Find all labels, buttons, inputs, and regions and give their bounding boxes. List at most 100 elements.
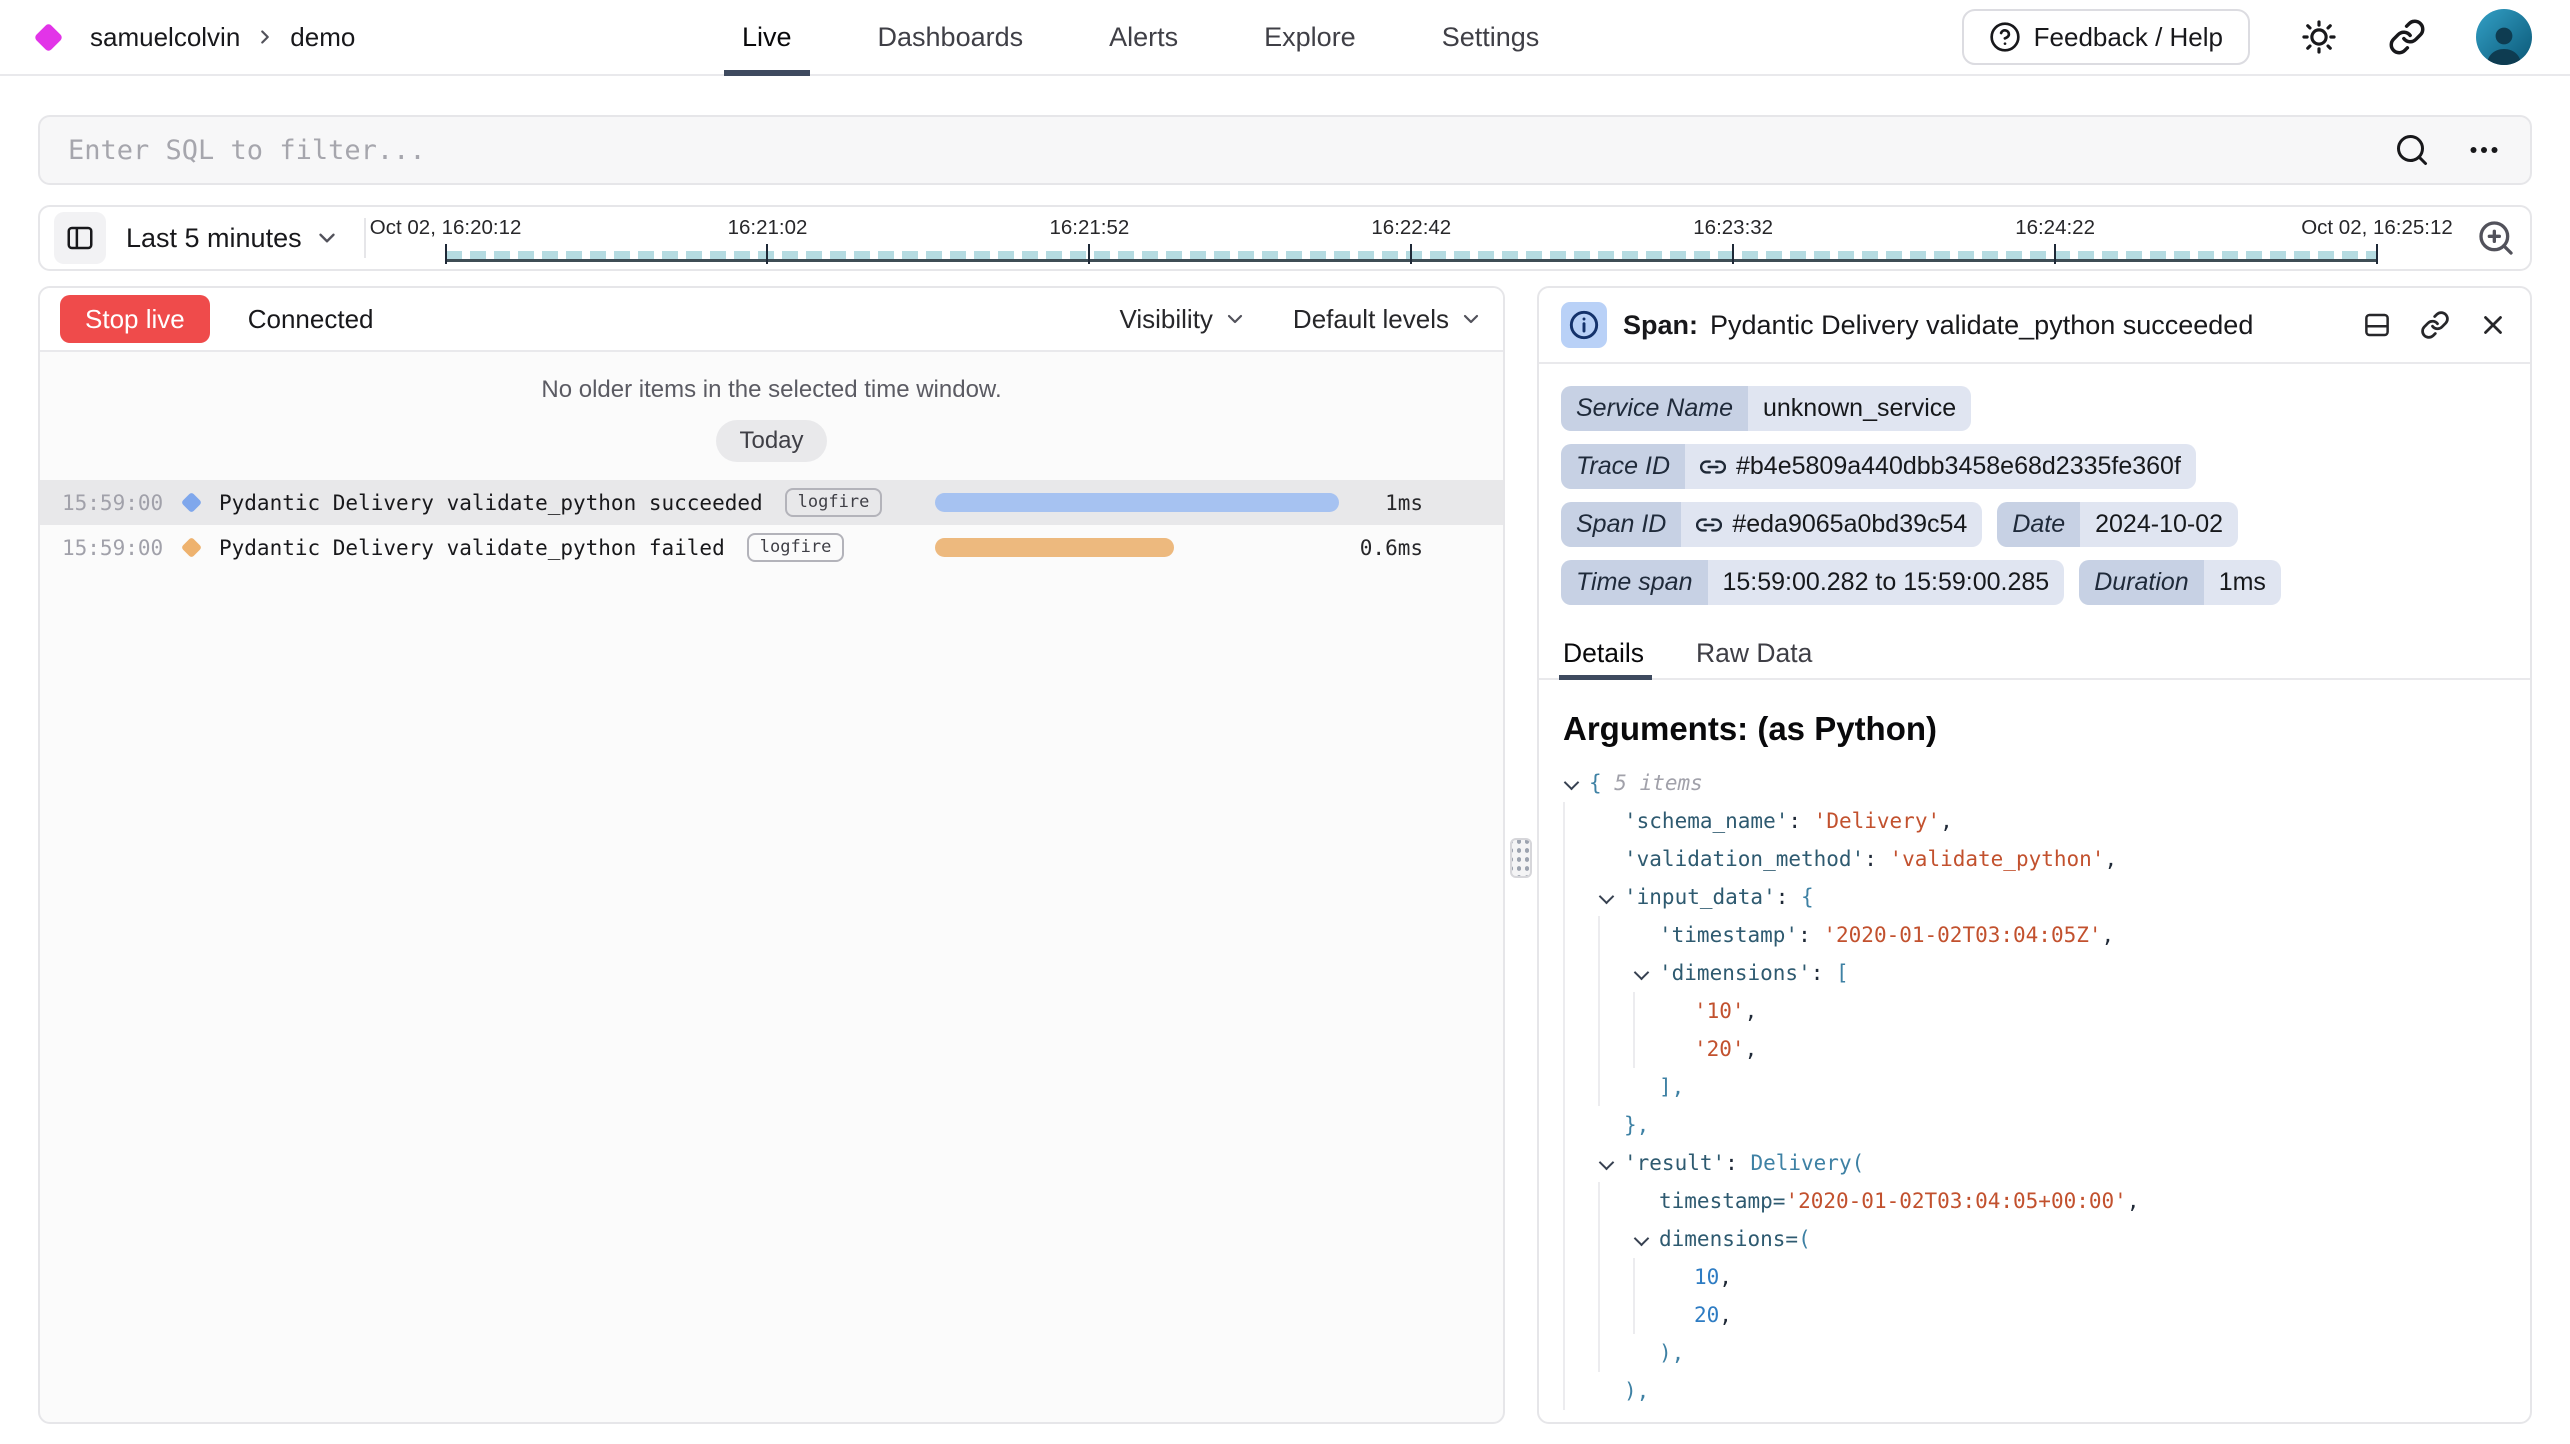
close-icon[interactable] bbox=[2478, 310, 2508, 340]
search-button[interactable] bbox=[2394, 132, 2430, 168]
code-token: : bbox=[1776, 878, 1801, 916]
timeline-zoom-button[interactable] bbox=[2476, 218, 2516, 258]
code-token: , bbox=[1940, 802, 1953, 840]
code-token: , bbox=[2104, 840, 2117, 878]
code-token: , bbox=[1745, 1030, 1758, 1068]
nav-tab-dashboards[interactable]: Dashboards bbox=[878, 0, 1024, 74]
zoom-in-icon bbox=[2476, 218, 2516, 258]
detail-tab-details[interactable]: Details bbox=[1563, 629, 1644, 678]
timeline-tick-mark bbox=[2376, 244, 2378, 264]
span-marker-icon bbox=[181, 492, 202, 513]
connection-status: Connected bbox=[248, 304, 374, 335]
detail-tab-raw-data[interactable]: Raw Data bbox=[1696, 629, 1812, 678]
scope-badge[interactable]: logfire bbox=[747, 533, 845, 562]
log-row[interactable]: 15:59:00Pydantic Delivery validate_pytho… bbox=[40, 480, 1503, 525]
breadcrumb-project[interactable]: demo bbox=[290, 22, 355, 53]
top-nav: samuelcolvin demo Live Dashboards Alerts Ex… bbox=[0, 0, 2570, 76]
tree-toggle[interactable] bbox=[1563, 764, 1589, 802]
code-line: timestamp='2020-01-02T03:04:05+00:00', bbox=[1563, 1182, 2506, 1220]
code-token: : bbox=[1798, 916, 1823, 954]
code-line: { 5 items bbox=[1563, 764, 2506, 802]
nav-tab-live[interactable]: Live bbox=[742, 0, 792, 74]
tree-toggle-spacer bbox=[1598, 802, 1624, 840]
nav-tab-settings[interactable]: Settings bbox=[1442, 0, 1540, 74]
code-line: dimensions=( bbox=[1563, 1220, 2506, 1258]
code-token: '2020-01-02T03:04:05+00:00' bbox=[1785, 1182, 2126, 1220]
search-icon bbox=[2394, 132, 2430, 168]
nav-tab-alerts[interactable]: Alerts bbox=[1109, 0, 1178, 74]
code-token: '20' bbox=[1694, 1030, 1745, 1068]
feedback-help-button[interactable]: Feedback / Help bbox=[1962, 9, 2250, 65]
code-token: , bbox=[1745, 992, 1758, 1030]
indent-guide bbox=[1563, 840, 1598, 878]
sidebar-toggle-button[interactable] bbox=[54, 212, 106, 264]
attribute-pill-service-name: Service Nameunknown_service bbox=[1561, 386, 1971, 431]
nav-tab-explore[interactable]: Explore bbox=[1264, 0, 1356, 74]
duration-bar bbox=[935, 493, 1339, 512]
sql-filter-input[interactable] bbox=[68, 135, 2394, 166]
code-token: { bbox=[1801, 878, 1814, 916]
indent-guide bbox=[1598, 1182, 1633, 1220]
attribute-value[interactable]: #eda9065a0bd39c54 bbox=[1681, 502, 1982, 547]
code-token: , bbox=[1719, 1296, 1732, 1334]
filter-more-button[interactable] bbox=[2466, 132, 2502, 168]
log-message: Pydantic Delivery validate_python succee… bbox=[219, 491, 763, 515]
logfire-logo[interactable] bbox=[38, 27, 72, 48]
stop-live-button[interactable]: Stop live bbox=[60, 295, 210, 343]
theme-toggle-button[interactable] bbox=[2300, 18, 2338, 56]
log-rows: 15:59:00Pydantic Delivery validate_pytho… bbox=[40, 480, 1503, 570]
timeline-tick-mark bbox=[1410, 244, 1412, 264]
tree-toggle[interactable] bbox=[1633, 1220, 1659, 1258]
indent-guide bbox=[1633, 992, 1668, 1030]
timeline-tick-mark bbox=[1088, 244, 1090, 264]
code-token: ), bbox=[1659, 1334, 1684, 1372]
tree-toggle-spacer bbox=[1668, 1030, 1694, 1068]
tree-toggle[interactable] bbox=[1633, 954, 1659, 992]
chevron-down-icon bbox=[314, 225, 340, 251]
live-panel: Stop live Connected Visibility Default l… bbox=[38, 286, 1505, 1424]
timeline-track[interactable]: Oct 02, 16:20:1216:21:0216:21:5216:22:42… bbox=[446, 207, 2377, 269]
timeline-tick-label: 16:21:52 bbox=[1049, 216, 1129, 240]
tree-toggle[interactable] bbox=[1598, 878, 1624, 916]
code-token: , bbox=[1719, 1258, 1732, 1296]
code-token: 10 bbox=[1694, 1258, 1719, 1296]
panel-resize-handle[interactable] bbox=[1510, 838, 1532, 878]
attribute-value-text: #eda9065a0bd39c54 bbox=[1732, 510, 1967, 539]
duration-label: 1ms bbox=[1385, 491, 1423, 515]
chevron-right-icon bbox=[254, 26, 276, 48]
code-token: 'validation_method' bbox=[1624, 840, 1864, 878]
scope-badge[interactable]: logfire bbox=[785, 488, 883, 517]
share-link-button[interactable] bbox=[2388, 18, 2426, 56]
default-levels-label: Default levels bbox=[1293, 304, 1449, 335]
tree-toggle-spacer bbox=[1633, 1182, 1659, 1220]
avatar[interactable] bbox=[2476, 9, 2532, 65]
attribute-pill-duration: Duration1ms bbox=[2079, 560, 2281, 605]
tree-toggle[interactable] bbox=[1598, 1144, 1624, 1182]
tree-toggle-spacer bbox=[1598, 840, 1624, 878]
sun-icon bbox=[2300, 18, 2338, 56]
code-line: 'dimensions': [ bbox=[1563, 954, 2506, 992]
visibility-dropdown[interactable]: Visibility bbox=[1119, 304, 1246, 335]
nav-tabs: Live Dashboards Alerts Explore Settings bbox=[742, 0, 1539, 74]
empty-window-notice: No older items in the selected time wind… bbox=[40, 376, 1503, 404]
indent-guide bbox=[1598, 1296, 1633, 1334]
dock-panel-icon[interactable] bbox=[2362, 310, 2392, 340]
span-kind-label: Span: bbox=[1623, 310, 1698, 341]
time-range-dropdown[interactable]: Last 5 minutes bbox=[126, 223, 340, 254]
code-token: : bbox=[1864, 840, 1889, 878]
code-token: ), bbox=[1624, 1372, 1649, 1410]
log-row[interactable]: 15:59:00Pydantic Delivery validate_pytho… bbox=[40, 525, 1503, 570]
attribute-value[interactable]: #b4e5809a440dbb3458e68d2335fe360f bbox=[1685, 444, 2196, 489]
tree-toggle-spacer bbox=[1668, 992, 1694, 1030]
timeline-tick-label: 16:22:42 bbox=[1371, 216, 1451, 240]
copy-link-icon[interactable] bbox=[2420, 310, 2450, 340]
indent-guide bbox=[1633, 1030, 1668, 1068]
info-icon bbox=[1561, 302, 1607, 348]
tree-toggle-spacer bbox=[1633, 1068, 1659, 1106]
timeline-tick-mark bbox=[766, 244, 768, 264]
default-levels-dropdown[interactable]: Default levels bbox=[1293, 304, 1483, 335]
ellipsis-icon bbox=[2466, 132, 2502, 168]
breadcrumb-org[interactable]: samuelcolvin bbox=[90, 22, 240, 53]
code-token: 'schema_name' bbox=[1624, 802, 1788, 840]
tree-toggle-spacer bbox=[1598, 1372, 1624, 1410]
